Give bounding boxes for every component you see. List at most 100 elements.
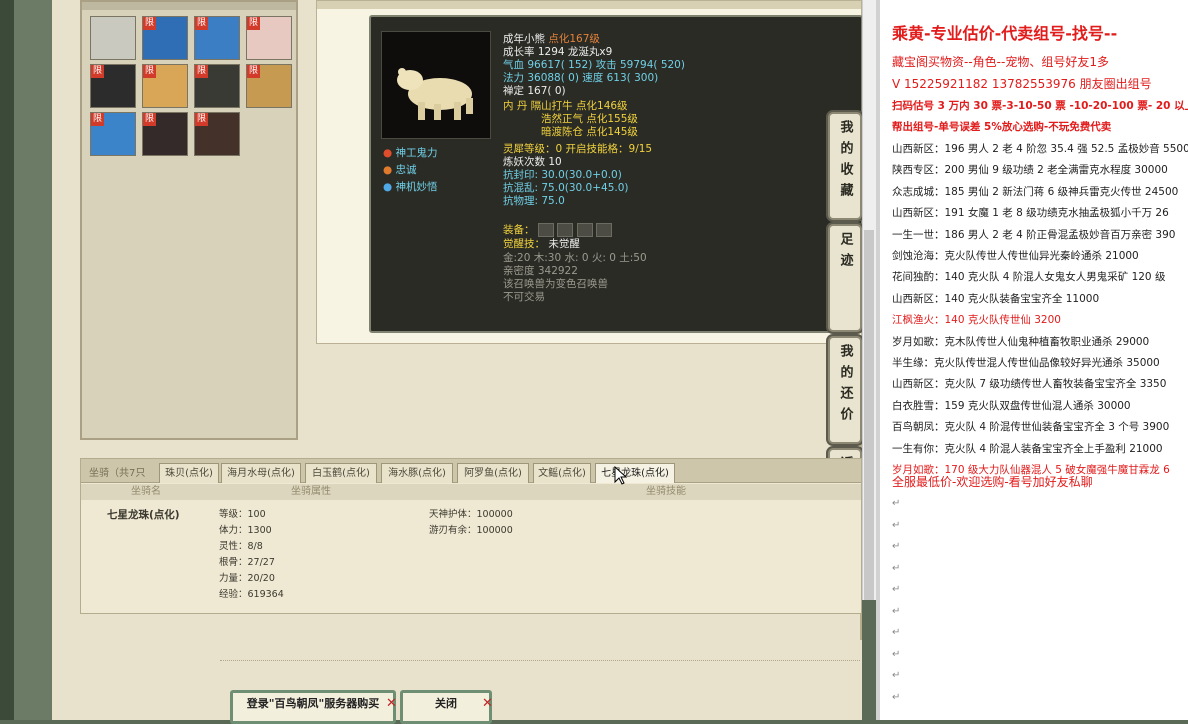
crystal-icon: ● (383, 181, 393, 193)
limited-badge: 限 (143, 17, 156, 30)
listing-line: 江枫渔火：140 克火队传世仙 3200 (892, 314, 1061, 327)
avatar-panel-header (82, 2, 296, 10)
mount-attr-3: 灵性：8/8 (219, 541, 263, 552)
pet-name: 成年小熊 点化167级 (503, 33, 600, 45)
listing-line: 陕西专区：200 男仙 9 级功绩 2 老全满雷克水程度 30000 (892, 164, 1168, 177)
limited-badge: 限 (91, 113, 104, 126)
listing-line: 花间独酌：140 克火队 4 阶混人女鬼女人男鬼采矿 120 级 (892, 271, 1166, 284)
listing-line: 山西新区：196 男人 2 老 4 阶忽 35.4 强 52.5 孟极妙音 55… (892, 143, 1188, 155)
avatar[interactable]: 限 (246, 64, 292, 108)
pet-hp: 气血 96617( 152) 攻击 59794( 520) (503, 59, 685, 71)
mount-tab-2[interactable]: 海月水母(点化) (221, 463, 301, 483)
mount-tab-7[interactable]: 七星龙珠(点化) (595, 463, 675, 483)
note-color-change: 该召唤兽为变色召唤兽 (503, 278, 608, 290)
avatar[interactable]: 限 (194, 16, 240, 60)
mount-attr-1: 等级：100 (219, 509, 266, 520)
mount-tab-5[interactable]: 阿罗鱼(点化) (457, 463, 529, 483)
doc-line-2: 藏宝阁买物资--角色--宠物、组号好友1多 (892, 55, 1109, 69)
side-tab-label: 我的收藏 (837, 120, 853, 204)
mount-attr-6: 经验：619364 (219, 589, 284, 600)
avatar[interactable]: 限 (142, 112, 188, 156)
tab-my-bargains[interactable]: 我的还价 (828, 336, 862, 444)
listing-line: 百鸟朝凤：克火队 4 阶混传世仙装备宝宝齐全 3 个号 3900 (892, 421, 1170, 434)
paragraph-mark: ↵ (892, 498, 901, 509)
avatar[interactable]: 限 (142, 64, 188, 108)
listing-line: 山西新区：克火队 7 级功绩传世人畜牧装备宝宝齐全 3350 (892, 378, 1167, 391)
equip-slot-1 (537, 223, 554, 237)
col-mount-attr: 坐骑属性 (291, 486, 331, 497)
mount-tabs-bar: 坐骑（共7只 珠贝(点化) 海月水母(点化) 白玉鹤(点化) 海水豚(点化) 阿… (81, 459, 861, 483)
scrollbar-thumb[interactable] (864, 230, 874, 600)
bear-icon (382, 32, 490, 138)
seal-resist: 抗封印: 30.0(30.0+0.0) (503, 169, 622, 181)
listing-line: 白衣胜雪：159 克火队双盘传世仙混人通杀 30000 (892, 399, 1131, 412)
listing-line: 山西新区：140 克火队装备宝宝齐全 11000 (892, 292, 1100, 305)
intimacy: 亲密度 342922 (503, 265, 578, 277)
paragraph-mark: ↵ (892, 648, 901, 660)
limited-badge: 限 (247, 17, 260, 30)
avatar[interactable] (90, 16, 136, 60)
doc-line-5: 帮出组号-单号误差 5%放心选购-不玩免费代卖 (892, 121, 1112, 133)
left-window-border (14, 0, 52, 720)
mount-tab-3[interactable]: 白玉鹤(点化) (305, 463, 377, 483)
left-window-edge (0, 0, 14, 720)
avatar-panel: 限限限限限限限限限限 (80, 0, 298, 440)
mount-tab-4[interactable]: 海水豚(点化) (381, 463, 453, 483)
close-button[interactable]: 关闭 (400, 690, 492, 724)
paragraph-mark: ↵ (892, 670, 901, 681)
listing-line: 一生有你：克火队 4 阶混人装备宝宝齐全上手盈利 21000 (892, 442, 1163, 455)
equip-slot-3 (576, 223, 593, 237)
listing-document: 乘黄-专业估价-代卖组号-找号-- 藏宝阁买物资--角色--宠物、组号好友1多 … (876, 0, 1188, 720)
detail-panel-header (317, 1, 861, 9)
paragraph-mark: ↵ (892, 541, 901, 552)
fire-icon: ● (383, 147, 393, 159)
avatar[interactable]: 限 (194, 112, 240, 156)
mount-skill-2: 游刃有余：100000 (429, 525, 513, 536)
limited-badge: 限 (195, 17, 208, 30)
paragraph-mark: ↵ (892, 605, 901, 617)
equip-slot-4 (595, 223, 612, 237)
listing-line: 岁月如歌：克木队传世人仙鬼种植畜牧职业通杀 29000 (892, 335, 1150, 348)
mount-attr-4: 根骨：27/27 (219, 557, 275, 568)
login-server-buy-button[interactable]: 登录"百鸟朝凤"服务器购买 (230, 690, 396, 724)
limited-badge: 限 (143, 65, 156, 78)
tab-my-favorites[interactable]: 我的收藏 (828, 112, 862, 220)
inner-elixir-1: 内 丹 隔山打牛 点化146级 (503, 100, 628, 112)
avatar[interactable]: 限 (90, 64, 136, 108)
equip-slot-2 (557, 223, 574, 237)
cursor-icon (614, 466, 627, 485)
paragraph-mark: ↵ (892, 627, 901, 638)
inner-elixir-3: 暗渡陈仓 点化145级 (541, 126, 638, 138)
tab-footprints[interactable]: 足迹 (828, 224, 862, 332)
soul-level: 灵犀等级：0 开启技能格：9/15 (503, 143, 653, 155)
mount-skill-1: 天神护体：100000 (429, 509, 513, 520)
mount-tab-6[interactable]: 文鳐(点化) (533, 463, 591, 483)
paragraph-mark: ↵ (892, 562, 901, 574)
avatar[interactable]: 限 (142, 16, 188, 60)
paragraph-mark: ↵ (892, 691, 901, 703)
col-mount-skill: 坐骑技能 (646, 486, 686, 497)
pet-focus: 禅定 167( 0) (503, 85, 566, 97)
limited-badge: 限 (91, 65, 104, 78)
avatar[interactable]: 限 (194, 64, 240, 108)
avatar[interactable]: 限 (90, 112, 136, 156)
side-tab-label: 我的还价 (837, 344, 853, 428)
skill-1: ● 神工鬼力 (383, 147, 438, 159)
pet-detail-panel: 成年小熊 点化167级 成长率 1294 龙涎丸x9 气血 96617( 152… (316, 0, 863, 344)
elements: 金:20 木:30 水: 0 火: 0 土:50 (503, 252, 647, 264)
doc-title: 乘黄-专业估价-代卖组号-找号-- (892, 24, 1118, 43)
mount-tab-1[interactable]: 珠贝(点化) (159, 463, 219, 483)
limited-badge: 限 (143, 113, 156, 126)
limited-badge: 限 (195, 113, 208, 126)
listing-line: 众志成城：185 男仙 2 新法门蒋 6 级神兵雷克火传世 24500 (892, 185, 1179, 198)
limited-badge: 限 (247, 65, 260, 78)
paragraph-mark: ↵ (892, 584, 901, 595)
limited-badge: 限 (195, 65, 208, 78)
mount-panel: 坐骑（共7只 珠贝(点化) 海月水母(点化) 白玉鹤(点化) 海水豚(点化) 阿… (80, 458, 862, 614)
note-untradable: 不可交易 (503, 291, 545, 303)
skill-3: ● 神机妙悟 (383, 181, 438, 193)
phys-resist: 抗物理: 75.0 (503, 195, 565, 207)
listing-line: 一生一世：186 男人 2 老 4 阶正骨混孟极妙音百万亲密 390 (892, 228, 1176, 241)
divider (220, 660, 860, 661)
avatar[interactable]: 限 (246, 16, 292, 60)
